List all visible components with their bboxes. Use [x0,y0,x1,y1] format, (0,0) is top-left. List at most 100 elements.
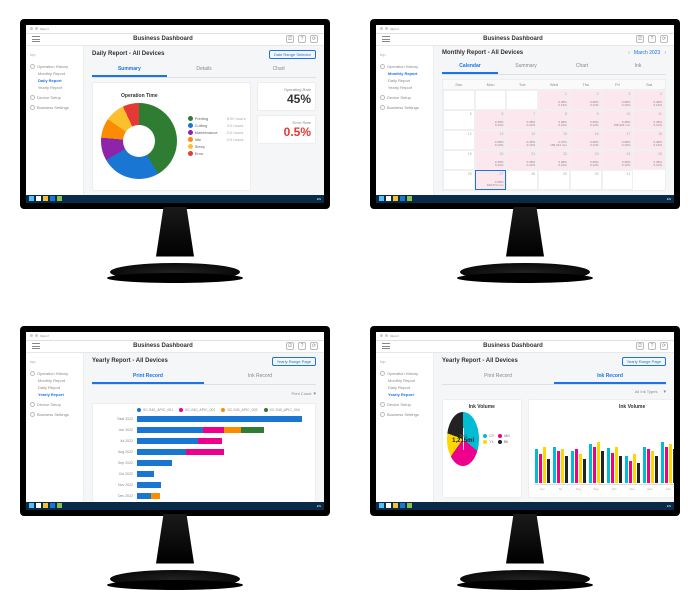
calendar-cell[interactable]: 130.38%0.12% [475,130,507,150]
help-icon[interactable]: ? [648,35,656,43]
help-icon[interactable]: ? [298,35,306,43]
calendar-cell[interactable]: 30 [570,170,602,190]
tab-ink[interactable]: Ink [610,60,666,74]
tab-details[interactable]: Details [167,63,242,77]
refresh-icon[interactable]: ⟳ [660,342,668,350]
sidebar-sec-history[interactable]: Operation History [30,64,79,69]
calendar-cell[interactable]: 100.38%158,324 mm [602,110,634,130]
bar-row: Jul 2022 [97,436,311,446]
calendar-cell[interactable]: 152.37%158,324 mm [538,130,570,150]
next-month-icon[interactable]: › [664,50,666,56]
calendar-cell[interactable]: 29 [538,170,570,190]
sidebar-item-yearly[interactable]: Yearly Report [380,392,429,397]
sidebar-item-monthly[interactable]: Monthly Report [380,378,429,383]
calendar-cell[interactable]: 210.38%0.12% [506,150,538,170]
date-range-selector[interactable]: Date Range Selector [269,50,316,59]
sidebar-sec-history[interactable]: Operation History [30,371,79,376]
calendar-cell[interactable]: 220.38%0.12% [538,150,570,170]
ink-bar-group: Sep [589,442,604,483]
filter-icon[interactable]: ⎚ [636,342,644,350]
sidebar-item-daily[interactable]: Daily Report [380,385,429,390]
calendar-cell[interactable]: 70.38%0.12% [506,110,538,130]
tab-chart[interactable]: Chart [554,60,610,74]
sidebar-sec-business[interactable]: Business Settings [30,105,79,110]
ink-donut-chart: Total1,215ml [447,412,479,466]
calendar-cell[interactable]: 20.38%0.12% [570,90,602,110]
sidebar-sec-business[interactable]: Business Settings [30,412,79,417]
sidebar-sec-device[interactable]: Device Setup [30,95,79,100]
sidebar-item-yearly[interactable]: Yearly Report [380,85,429,90]
sidebar-sec-history[interactable]: Operation History [380,371,429,376]
menu-icon[interactable] [32,343,40,349]
calendar-cell[interactable]: 270.38%198,574 mm [475,170,507,190]
sidebar-sec-business[interactable]: Business Settings [380,412,429,417]
refresh-icon[interactable]: ⟳ [310,35,318,43]
filter-icon[interactable]: ⎚ [286,342,294,350]
calendar-cell[interactable]: 31 [602,170,634,190]
tab-summary[interactable]: Summary [498,60,554,74]
tab-ink-record[interactable]: Ink Record [554,370,666,384]
calendar-cell[interactable]: 180.38%0.12% [633,130,665,150]
menu-icon[interactable] [32,36,40,42]
calendar-cell[interactable]: 170.38%0.12% [602,130,634,150]
calendar-cell[interactable]: 19 [443,150,475,170]
calendar-cell[interactable]: 10.38%0.12% [538,90,570,110]
calendar-cell[interactable]: 140.38%0.12% [506,130,538,150]
tab-summary[interactable]: Summary [92,63,167,77]
sidebar-sec-history[interactable]: Operation History [380,64,429,69]
calendar-cell[interactable]: 28 [506,170,538,190]
calendar-cell[interactable]: 200.38%0.12% [475,150,507,170]
tab-chart[interactable]: Chart [241,63,316,77]
sidebar-sec-device[interactable]: Device Setup [380,95,429,100]
sidebar-item-monthly[interactable]: Monthly Report [30,378,79,383]
sidebar-item-daily[interactable]: Daily Report [30,78,79,83]
sidebar-item-daily[interactable]: Daily Report [30,385,79,390]
browser-chrome: https:// [26,25,324,34]
refresh-icon[interactable]: ⟳ [660,35,668,43]
sidebar-item-monthly[interactable]: Monthly Report [30,71,79,76]
yearly-range-selector[interactable]: Yearly Range Page [272,357,316,366]
tab-print-record[interactable]: Print Record [442,370,554,384]
tab-ink-record[interactable]: Ink Record [204,370,316,384]
sidebar-sec-device[interactable]: Device Setup [30,402,79,407]
sidebar-item-daily[interactable]: Daily Report [380,78,429,83]
bar-row: Sep 2022 [97,458,311,468]
calendar-cell[interactable]: 90.38%0.12% [570,110,602,130]
sidebar-sec-business[interactable]: Business Settings [380,105,429,110]
calendar-cell[interactable]: 60.38%0.12% [475,110,507,130]
calendar-cell[interactable]: 30.38%0.12% [602,90,634,110]
print-count-select[interactable]: Print Count [291,391,311,397]
screen-daily-report: https:// Business Dashboard ⎚ ? ⟳ to [26,25,324,203]
calendar-cell[interactable]: 240.38%0.12% [602,150,634,170]
calendar-cell[interactable]: 250.38%0.12% [633,150,665,170]
calendar-cell[interactable]: 26 [443,170,475,190]
menu-icon[interactable] [382,36,390,42]
refresh-icon[interactable]: ⟳ [310,342,318,350]
bar-row: Oct 2022 [97,469,311,479]
tab-calendar[interactable]: Calendar [442,60,498,74]
prev-month-icon[interactable]: ‹ [628,50,630,56]
calendar-cell[interactable]: 5 [443,110,475,130]
calendar-cell[interactable]: 230.38%0.12% [570,150,602,170]
sidebar-sec-device[interactable]: Device Setup [380,402,429,407]
sidebar-item-yearly[interactable]: Yearly Report [30,85,79,90]
sidebar-item-yearly[interactable]: Yearly Report [30,392,79,397]
bar-row: Total 2022 [97,414,311,424]
calendar-cell[interactable]: 110.38%0.12% [633,110,665,130]
calendar-cell[interactable]: 12 [443,130,475,150]
ink-type-select[interactable]: All Ink Types [635,389,658,394]
tab-print-record[interactable]: Print Record [92,370,204,384]
screen-yearly-print: https:// Business Dashboard ⎚ ? ⟳ top [26,332,324,510]
filter-icon[interactable]: ⎚ [286,35,294,43]
calendar-cell[interactable]: 40.38%0.12% [633,90,665,110]
calendar-cell[interactable]: 80.38%0.12% [538,110,570,130]
sidebar-item-monthly[interactable]: Monthly Report [380,71,429,76]
filter-icon[interactable]: ⎚ [636,35,644,43]
yearly-range-selector[interactable]: Yearly Range Page [622,357,666,366]
menu-icon[interactable] [382,343,390,349]
help-icon[interactable]: ? [648,342,656,350]
calendar-cell[interactable]: 160.38%0.12% [570,130,602,150]
screen-monthly-report: https:// Business Dashboard ⎚ ? ⟳ top [376,25,674,203]
help-icon[interactable]: ? [298,342,306,350]
chart-title: Operation Time [121,93,158,99]
